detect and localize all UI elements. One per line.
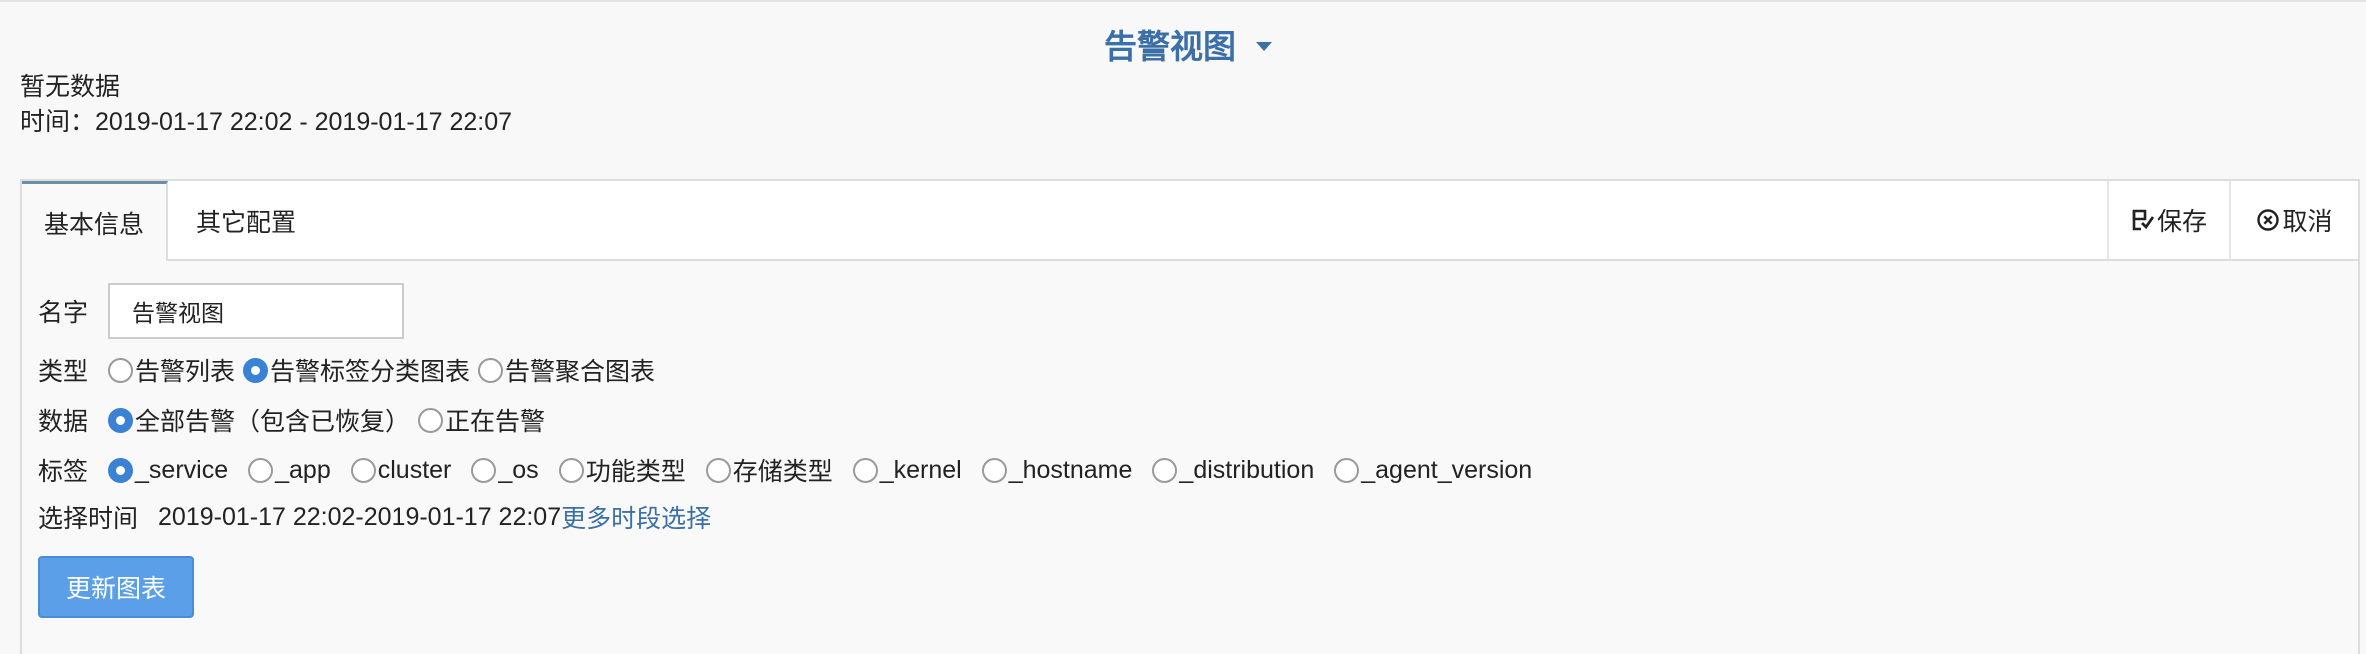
- radio-icon[interactable]: [243, 357, 269, 383]
- data-row: 数据 全部告警（包含已恢复） 正在告警: [38, 402, 553, 438]
- radio-icon[interactable]: [471, 457, 497, 483]
- view-selector[interactable]: 告警视图: [1104, 20, 1272, 68]
- tag-option[interactable]: _os: [471, 456, 558, 485]
- radio-icon[interactable]: [108, 357, 134, 383]
- tag-radio-group: _service _app cluster _os 功能类型 存储类型 _kernel _ho…: [108, 452, 1552, 488]
- select-time-row: 选择时间 2019-01-17 22:02-2019-01-17 22:07 更多…: [38, 499, 711, 535]
- type-label: 类型: [38, 358, 89, 386]
- type-row: 类型 告警列表 告警标签分类图表 告警聚合图表: [38, 352, 663, 388]
- type-option[interactable]: 告警标签分类图表: [243, 352, 478, 388]
- select-time-value: 2019-01-17 22:02-2019-01-17 22:07: [158, 502, 562, 531]
- data-label: 数据: [38, 408, 89, 436]
- time-range-display: 时间：2019-01-17 22:02 - 2019-01-17 22:07: [20, 105, 512, 139]
- tag-option[interactable]: _hostname: [981, 455, 1153, 485]
- tag-option[interactable]: _app: [248, 456, 351, 485]
- save-label: 保存: [2156, 208, 2207, 236]
- tag-option-label: 功能类型: [585, 458, 686, 486]
- time-range-value: 2019-01-17 22:02 - 2019-01-17 22:07: [95, 108, 513, 136]
- tag-option-label: _kernel: [879, 455, 962, 484]
- type-option-label: 告警列表: [135, 358, 236, 386]
- data-option[interactable]: 全部告警（包含已恢复）: [108, 402, 418, 438]
- type-option-label: 告警标签分类图表: [270, 358, 471, 386]
- close-circle-icon: [2256, 208, 2280, 232]
- tag-option-label: cluster: [377, 455, 452, 484]
- save-button[interactable]: 保存: [2107, 181, 2229, 259]
- radio-icon[interactable]: [705, 457, 731, 483]
- tag-option-label: 存储类型: [732, 458, 833, 486]
- tag-option-label: _os: [498, 455, 539, 484]
- radio-icon[interactable]: [478, 357, 504, 383]
- view-title: 告警视图: [1104, 28, 1236, 65]
- tag-option[interactable]: 功能类型: [558, 452, 706, 488]
- type-option[interactable]: 告警列表: [108, 352, 243, 388]
- radio-icon[interactable]: [108, 407, 134, 433]
- more-time-link[interactable]: 更多时段选择: [561, 499, 711, 535]
- tag-option[interactable]: 存储类型: [705, 452, 853, 488]
- no-data-message: 暂无数据: [20, 73, 121, 101]
- radio-icon[interactable]: [1152, 457, 1178, 483]
- tag-option-label: _agent_version: [1361, 455, 1533, 484]
- update-chart-button[interactable]: 更新图表: [38, 556, 194, 618]
- type-option[interactable]: 告警聚合图表: [478, 352, 663, 388]
- tab-other-config[interactable]: 其它配置: [170, 181, 322, 261]
- save-icon: [2131, 208, 2155, 232]
- data-radio-group: 全部告警（包含已恢复） 正在告警: [108, 402, 553, 438]
- tag-option[interactable]: _distribution: [1152, 456, 1334, 485]
- cancel-button[interactable]: 取消: [2229, 181, 2358, 259]
- caret-down-icon[interactable]: [1256, 41, 1272, 51]
- time-label: 时间：: [20, 108, 96, 136]
- data-option-label: 全部告警（包含已恢复）: [135, 408, 411, 436]
- top-border: [0, 0, 2366, 2]
- radio-icon[interactable]: [108, 457, 134, 483]
- name-input[interactable]: [108, 283, 405, 339]
- type-option-label: 告警聚合图表: [505, 358, 656, 386]
- name-row: 名字: [38, 282, 405, 340]
- tag-option[interactable]: _kernel: [852, 455, 982, 485]
- radio-icon[interactable]: [1334, 457, 1360, 483]
- cancel-label: 取消: [2282, 208, 2333, 236]
- data-option[interactable]: 正在告警: [418, 402, 553, 438]
- config-panel: 基本信息 其它配置 保存 取消 名字 告警视图 类型 告警列表 告警标签分类图表…: [20, 179, 2360, 654]
- radio-icon[interactable]: [852, 457, 878, 483]
- select-time-label: 选择时间: [38, 505, 139, 533]
- type-radio-group: 告警列表 告警标签分类图表 告警聚合图表: [108, 352, 663, 388]
- radio-icon[interactable]: [350, 457, 376, 483]
- tag-option-label: _service: [135, 455, 229, 484]
- radio-icon[interactable]: [558, 457, 584, 483]
- tab-basic-info[interactable]: 基本信息: [22, 181, 168, 261]
- tag-option[interactable]: cluster: [350, 455, 472, 485]
- name-label: 名字: [38, 299, 89, 327]
- tag-option-label: _hostname: [1008, 455, 1133, 484]
- radio-icon[interactable]: [418, 407, 444, 433]
- tag-option-label: _app: [275, 455, 331, 484]
- tag-option[interactable]: _service: [108, 456, 248, 485]
- data-option-label: 正在告警: [445, 408, 546, 436]
- tag-option-label: _distribution: [1179, 455, 1315, 484]
- radio-icon[interactable]: [981, 457, 1007, 483]
- tag-row: 标签 _service _app cluster _os 功能类型 存储类型 _kernel…: [38, 452, 1552, 488]
- tab-bar: 基本信息 其它配置 保存 取消: [22, 181, 2358, 261]
- tag-option[interactable]: _agent_version: [1334, 456, 1552, 485]
- tag-label: 标签: [38, 458, 89, 486]
- radio-icon[interactable]: [248, 457, 274, 483]
